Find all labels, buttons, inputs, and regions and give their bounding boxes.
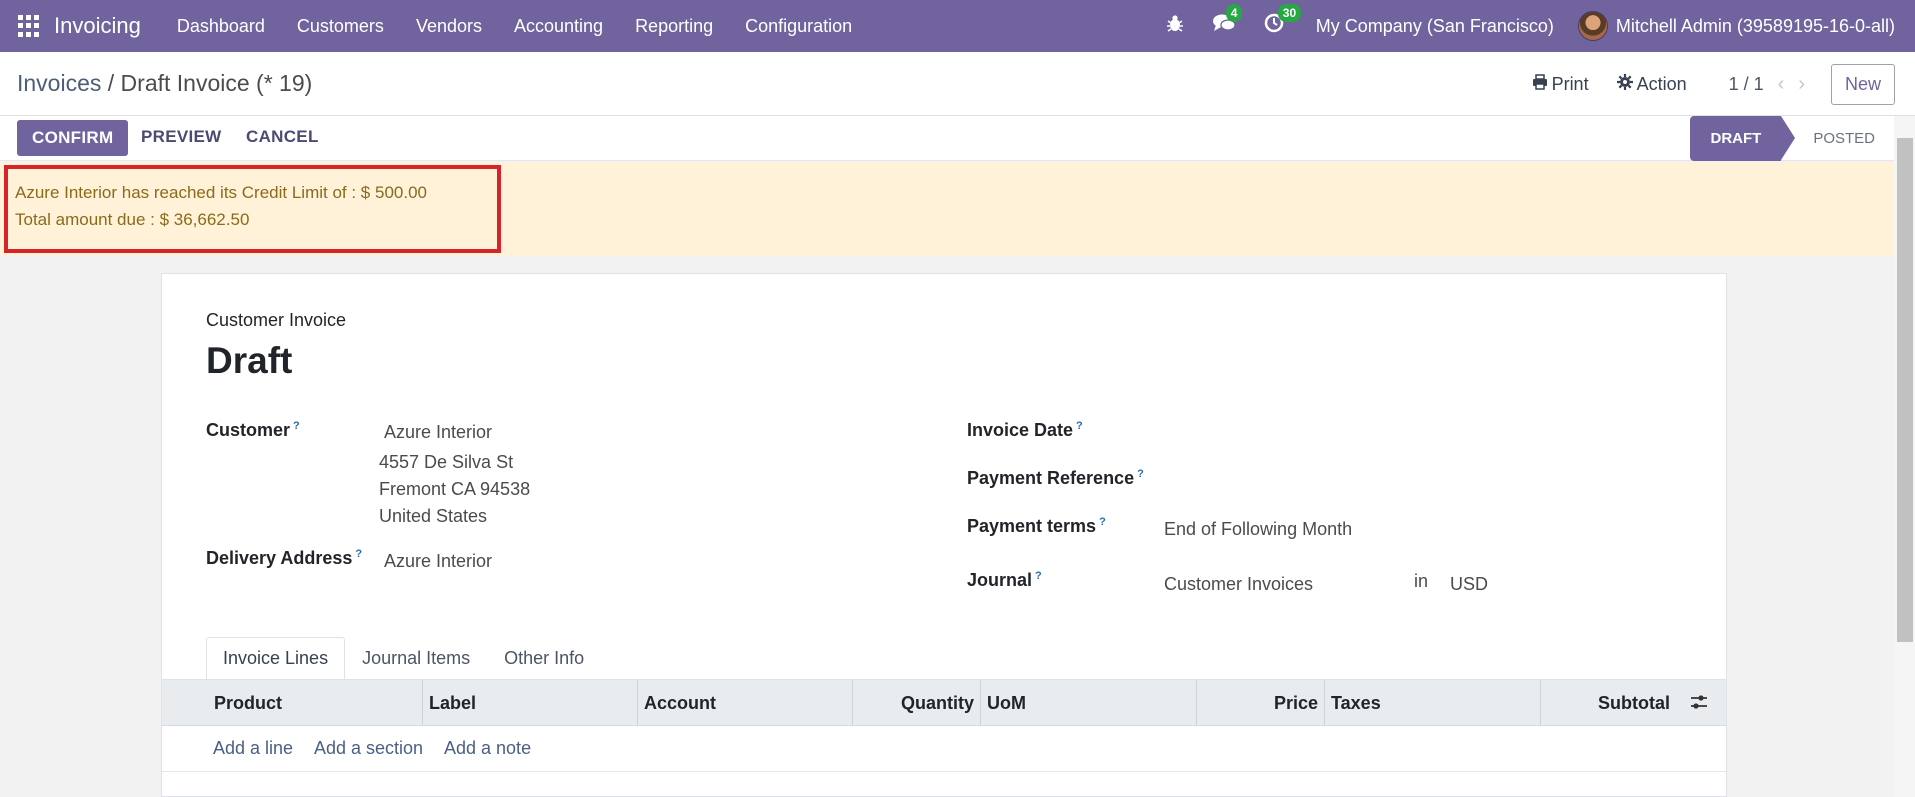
column-label[interactable]: Label — [422, 680, 637, 726]
app-brand[interactable]: Invoicing — [54, 13, 141, 39]
new-button[interactable]: New — [1830, 63, 1895, 105]
tab-other-info[interactable]: Other Info — [487, 637, 601, 680]
statusbar: CONFIRM PREVIEW CANCEL DRAFT POSTED — [0, 116, 1915, 161]
user-menu[interactable]: Mitchell Admin (39589195-16-0-all) — [1616, 16, 1895, 37]
journal-field[interactable]: Customer Invoices — [1164, 574, 1313, 595]
invoice-lines-add-row: Add a line Add a section Add a note — [162, 726, 1726, 772]
column-product[interactable]: Product — [208, 680, 422, 726]
warning-amount-due-text: Total amount due : $ 36,662.50 — [15, 210, 250, 229]
company-switcher[interactable]: My Company (San Francisco) — [1316, 16, 1554, 37]
menu-customers[interactable]: Customers — [281, 16, 400, 37]
breadcrumb-current: Draft Invoice (* 19) — [120, 70, 313, 96]
customer-label: Customer? — [206, 420, 300, 440]
invoice-date-label: Invoice Date? — [967, 420, 1083, 440]
pager-next-icon[interactable]: › — [1798, 73, 1805, 96]
gear-icon — [1616, 73, 1633, 95]
column-quantity[interactable]: Quantity — [852, 680, 980, 726]
customer-field[interactable]: Azure Interior — [384, 422, 492, 443]
address-country: United States — [379, 506, 488, 526]
help-icon[interactable]: ? — [1035, 570, 1042, 582]
payment-terms-label: Payment terms? — [967, 516, 1106, 536]
messages-chat-icon[interactable]: 4 — [1212, 4, 1243, 39]
help-icon[interactable]: ? — [355, 548, 362, 560]
address-street: 4557 De Silva St — [379, 452, 514, 472]
print-label: Print — [1551, 73, 1589, 94]
stage-posted[interactable]: POSTED — [1781, 130, 1895, 147]
confirm-button[interactable]: CONFIRM — [17, 120, 129, 156]
form-tabs: Invoice Lines Journal Items Other Info — [206, 637, 601, 680]
print-button[interactable]: Print — [1532, 74, 1589, 95]
address-city: Fremont CA 94538 — [379, 479, 531, 499]
print-icon — [1532, 73, 1548, 95]
debug-bug-icon[interactable] — [1166, 14, 1184, 38]
messages-count-badge: 4 — [1225, 4, 1243, 22]
column-price[interactable]: Price — [1196, 680, 1324, 726]
add-note-link[interactable]: Add a note — [444, 738, 531, 759]
help-icon[interactable]: ? — [1137, 468, 1144, 480]
delivery-address-label: Delivery Address? — [206, 548, 363, 568]
pager-value[interactable]: 1 / 1 — [1729, 74, 1764, 95]
help-icon[interactable]: ? — [293, 420, 300, 432]
document-type: Customer Invoice — [206, 310, 347, 330]
warning-credit-limit-text: Azure Interior has reached its Credit Li… — [15, 183, 427, 202]
menu-configuration[interactable]: Configuration — [729, 16, 868, 37]
pager-previous-icon[interactable]: ‹ — [1778, 73, 1785, 96]
column-account[interactable]: Account — [637, 680, 852, 726]
column-uom[interactable]: UoM — [980, 680, 1196, 726]
user-avatar[interactable] — [1577, 11, 1608, 41]
payment-terms-field[interactable]: End of Following Month — [1164, 519, 1352, 540]
activity-clock-icon[interactable]: 30 — [1264, 4, 1302, 39]
payment-reference-label: Payment Reference? — [967, 468, 1144, 488]
journal-in-label: in — [1414, 571, 1429, 591]
column-taxes[interactable]: Taxes — [1324, 680, 1540, 726]
menu-dashboard[interactable]: Dashboard — [161, 16, 281, 37]
highlight-box — [4, 165, 501, 253]
page-scrollbar[interactable] — [1894, 116, 1915, 797]
optional-columns-toggle-icon[interactable] — [1690, 694, 1708, 715]
add-line-link[interactable]: Add a line — [213, 738, 293, 759]
breadcrumb-invoices-link[interactable]: Invoices — [17, 70, 101, 96]
activities-count-badge: 30 — [1277, 4, 1302, 22]
stage-indicator: DRAFT POSTED — [1690, 116, 1895, 161]
menu-reporting[interactable]: Reporting — [619, 16, 729, 37]
apps-menu-icon[interactable] — [18, 15, 40, 37]
column-subtotal[interactable]: Subtotal — [1540, 680, 1676, 726]
credit-limit-warning: Azure Interior has reached its Credit Li… — [0, 162, 1894, 256]
delivery-address-field[interactable]: Azure Interior — [384, 551, 492, 572]
action-label: Action — [1636, 73, 1687, 94]
tab-invoice-lines[interactable]: Invoice Lines — [206, 637, 346, 680]
breadcrumb: Invoices / Draft Invoice (* 19) — [17, 70, 312, 97]
journal-label: Journal? — [967, 570, 1042, 590]
breadcrumb-separator: / — [107, 70, 115, 96]
stage-draft[interactable]: DRAFT — [1690, 116, 1796, 161]
action-button[interactable]: Action — [1616, 73, 1687, 95]
preview-button[interactable]: PREVIEW — [141, 127, 222, 147]
control-panel: Invoices / Draft Invoice (* 19) Print Ac… — [0, 52, 1915, 116]
menu-vendors[interactable]: Vendors — [400, 16, 498, 37]
invoice-lines-header: Product Label Account Quantity UoM Price… — [162, 680, 1726, 726]
scrollbar-thumb[interactable] — [1897, 138, 1913, 642]
menu-accounting[interactable]: Accounting — [498, 16, 619, 37]
invoice-form-sheet: Customer Invoice Draft Customer? Azure I… — [161, 273, 1727, 797]
document-name: Draft — [206, 340, 293, 381]
top-navbar: Invoicing Dashboard Customers Vendors Ac… — [0, 0, 1915, 52]
add-section-link[interactable]: Add a section — [314, 738, 423, 759]
help-icon[interactable]: ? — [1099, 516, 1106, 528]
help-icon[interactable]: ? — [1076, 420, 1083, 432]
customer-address: 4557 De Silva St Fremont CA 94538 United… — [379, 449, 530, 530]
cancel-button[interactable]: CANCEL — [246, 127, 319, 147]
currency-field[interactable]: USD — [1450, 574, 1488, 595]
tab-journal-items[interactable]: Journal Items — [345, 637, 487, 680]
